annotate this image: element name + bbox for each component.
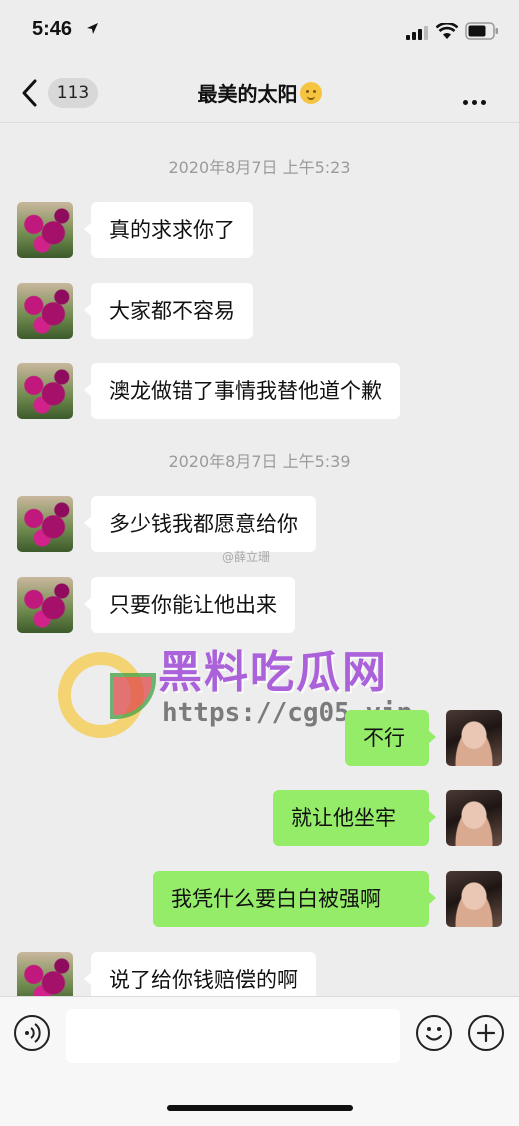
incoming-message[interactable]: 只要你能让他出来 bbox=[84, 577, 295, 633]
incoming-message[interactable]: 真的求求你了 bbox=[84, 202, 253, 258]
outgoing-message[interactable]: 不行 bbox=[345, 710, 436, 766]
timestamp: 2020年8月7日 上午5:23 bbox=[168, 158, 351, 177]
more-options-icon[interactable] bbox=[463, 90, 490, 109]
weibo-watermark: @薛立珊 bbox=[222, 550, 271, 564]
outgoing-message[interactable]: 就让他坐牢 bbox=[273, 790, 436, 846]
signal-icon bbox=[406, 26, 428, 40]
chat-title-text: 最美的太阳 bbox=[197, 82, 298, 106]
user-avatar[interactable] bbox=[446, 790, 502, 846]
voice-icon[interactable] bbox=[14, 1015, 50, 1051]
chat-title: 最美的太阳 bbox=[0, 78, 519, 107]
emoji-icon[interactable] bbox=[416, 1015, 452, 1051]
status-bar: 5:46 bbox=[0, 0, 519, 62]
chat-header: 113 最美的太阳 bbox=[0, 62, 519, 122]
incoming-message[interactable]: 多少钱我都愿意给你 bbox=[84, 496, 316, 552]
user-avatar[interactable] bbox=[446, 710, 502, 766]
timestamp: 2020年8月7日 上午5:39 bbox=[168, 452, 351, 471]
contact-avatar[interactable] bbox=[17, 202, 73, 258]
input-bar bbox=[0, 996, 519, 1126]
sun-emoji-icon bbox=[299, 82, 322, 104]
plus-icon[interactable] bbox=[468, 1015, 504, 1051]
message-input[interactable] bbox=[66, 1009, 400, 1063]
outgoing-message[interactable]: 我凭什么要白白被强啊 bbox=[153, 871, 436, 927]
watermelon-slice-icon bbox=[110, 673, 156, 719]
location-arrow-icon bbox=[87, 23, 98, 34]
user-avatar[interactable] bbox=[446, 871, 502, 927]
contact-avatar[interactable] bbox=[17, 496, 73, 552]
contact-avatar[interactable] bbox=[17, 363, 73, 419]
incoming-message[interactable]: 大家都不容易 bbox=[84, 283, 253, 339]
home-indicator[interactable] bbox=[167, 1105, 353, 1111]
status-time: 5:46 bbox=[32, 18, 73, 40]
header-divider bbox=[0, 122, 519, 123]
contact-avatar[interactable] bbox=[17, 283, 73, 339]
watermark-title: 黑料吃瓜网 bbox=[158, 647, 388, 698]
battery-icon bbox=[465, 22, 498, 40]
wifi-icon bbox=[436, 23, 458, 39]
incoming-message[interactable]: 澳龙做错了事情我替他道个歉 bbox=[84, 363, 400, 419]
contact-avatar[interactable] bbox=[17, 577, 73, 633]
